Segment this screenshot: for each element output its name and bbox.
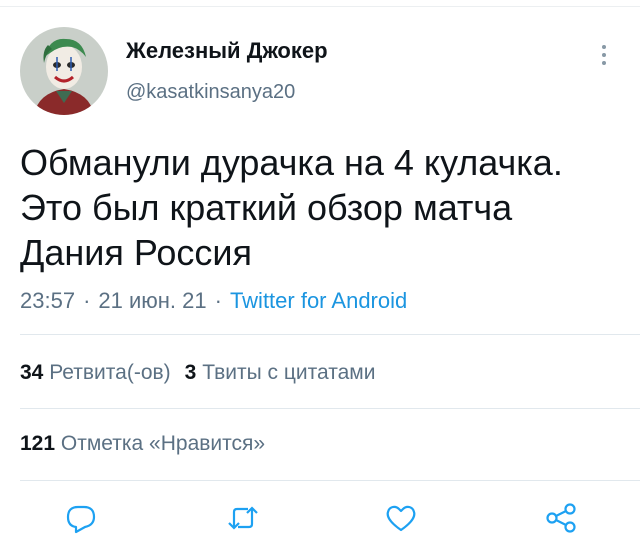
tweet-meta: 23:57 · 21 июн. 21 · Twitter for Android: [20, 288, 407, 314]
tweet-source-link[interactable]: Twitter for Android: [230, 288, 407, 313]
tweet-text: Обманули дурачка на 4 кулачка. Это был к…: [20, 142, 563, 273]
divider: [20, 480, 640, 481]
retweet-button[interactable]: [226, 502, 260, 534]
tweet-time[interactable]: 23:57: [20, 288, 75, 313]
tweet-date[interactable]: 21 июн. 21: [98, 288, 206, 313]
more-options-icon[interactable]: [596, 42, 612, 68]
share-button[interactable]: [544, 502, 578, 534]
retweets-label: Ретвита(-ов): [49, 361, 171, 384]
meta-separator: ·: [83, 288, 91, 313]
retweets-count: 34: [20, 361, 44, 384]
engagement-stats: 34 Ретвита(-ов) 3 Твиты с цитатами: [20, 361, 375, 385]
like-icon: [386, 505, 416, 532]
divider: [20, 334, 640, 335]
reply-button[interactable]: [64, 502, 98, 534]
quotes-label: Твиты с цитатами: [202, 361, 376, 384]
divider: [20, 408, 640, 409]
avatar[interactable]: [20, 27, 108, 115]
likes-count: 121: [20, 432, 56, 455]
like-button[interactable]: [384, 502, 418, 534]
author-name[interactable]: Железный Джокер: [126, 38, 328, 64]
avatar-image: [20, 27, 108, 115]
meta-separator: ·: [214, 288, 222, 313]
retweets-stat[interactable]: 34 Ретвита(-ов): [20, 361, 171, 384]
reply-icon: [66, 505, 96, 534]
likes-stat[interactable]: 121 Отметка «Нравится»: [20, 432, 265, 456]
top-divider: [0, 6, 640, 7]
author-handle[interactable]: @kasatkinsanya20: [126, 81, 295, 104]
retweet-icon: [228, 506, 258, 530]
share-icon: [546, 503, 576, 533]
quotes-stat[interactable]: 3 Твиты с цитатами: [185, 361, 376, 384]
likes-label: Отметка «Нравится»: [60, 432, 266, 455]
quotes-count: 3: [184, 361, 197, 384]
